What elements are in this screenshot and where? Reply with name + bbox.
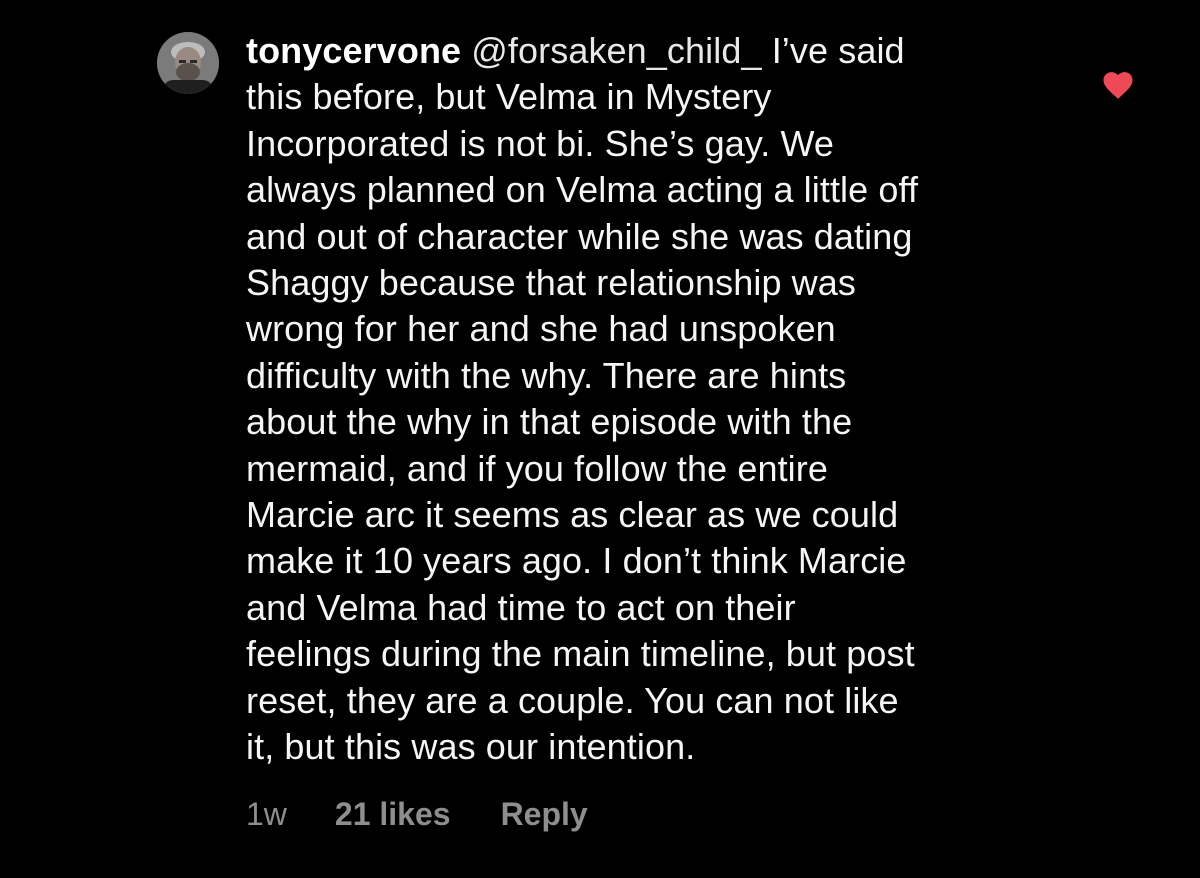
comment-meta: 1w 21 likes Reply [246, 796, 588, 836]
profile-photo-avatar [157, 32, 219, 94]
comment: tonycervone @forsaken_child_ I’ve said t… [0, 0, 1200, 878]
comment-line: about the why in that episode with the [246, 401, 853, 443]
likes-count[interactable]: 21 likes [335, 796, 451, 833]
comment-line: it, but this was our intention. [246, 726, 696, 768]
comment-line: difficulty with the why. There are hints [246, 354, 847, 396]
comment-line: and out of character while she was datin… [246, 215, 913, 257]
comment-first-line: tonycervone @forsaken_child_ I’ve said [246, 28, 1046, 74]
comment-text: tonycervone @forsaken_child_ I’ve said t… [246, 28, 1046, 771]
comment-line: wrong for her and she had unspoken [246, 308, 836, 350]
comment-line: I’ve said [761, 30, 905, 71]
comment-line: Shaggy because that relationship was [246, 262, 856, 304]
avatar[interactable] [157, 32, 219, 94]
comment-line: Marcie arc it seems as clear as we could [246, 494, 899, 536]
like-button[interactable] [1100, 68, 1136, 100]
comment-line: and Velma had time to act on their [246, 586, 796, 628]
comment-line: make it 10 years ago. I don’t think Marc… [246, 540, 907, 582]
comment-line: Incorporated is not bi. She’s gay. We [246, 122, 835, 164]
mention-link[interactable]: @forsaken_child_ [471, 30, 761, 71]
heart-icon [1103, 72, 1133, 99]
comment-line: always planned on Velma acting a little … [246, 169, 919, 211]
comment-line: mermaid, and if you follow the entire [246, 447, 828, 489]
comment-line: feelings during the main timeline, but p… [246, 633, 915, 675]
comment-line: this before, but Velma in Mystery [246, 76, 772, 118]
username-link[interactable]: tonycervone [246, 30, 461, 71]
timestamp: 1w [246, 796, 287, 832]
comment-line: reset, they are a couple. You can not li… [246, 679, 899, 721]
reply-button[interactable]: Reply [501, 796, 588, 833]
